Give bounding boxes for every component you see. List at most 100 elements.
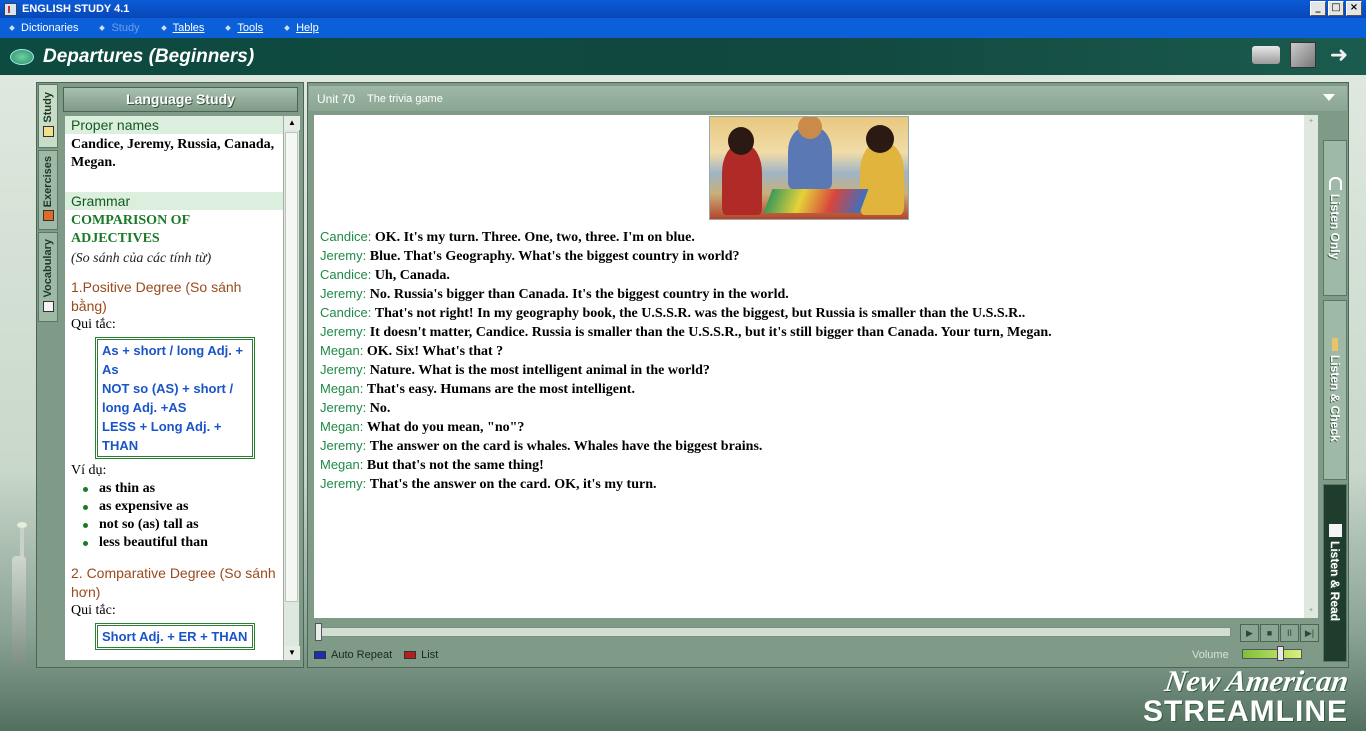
stop-button[interactable]: ■ (1260, 624, 1279, 642)
brand-line-2: STREAMLINE (1143, 695, 1348, 728)
menu-bullet-icon (284, 25, 290, 31)
unit-number: Unit 70 (317, 91, 356, 106)
dialogue-line: Jeremy: The answer on the card is whales… (320, 437, 1280, 456)
dialogue-line: Megan: That's easy. Humans are the most … (320, 380, 1280, 399)
dialogue-line: Jeremy: No. Russia's bigger than Canada.… (320, 285, 1280, 304)
unit-dropdown-icon[interactable] (1323, 94, 1335, 101)
tab-study[interactable]: Study (38, 84, 58, 148)
audio-position-track[interactable] (316, 627, 1231, 637)
exercises-icon (42, 210, 54, 222)
menu-bar: Dictionaries Study Tables Tools Help (0, 18, 1366, 38)
cd-icon[interactable] (1290, 42, 1316, 68)
statue-of-liberty-image (4, 522, 34, 676)
play-button[interactable]: ▶ (1240, 624, 1259, 642)
window-title: ENGLISH STUDY 4.1 (22, 3, 130, 15)
dialogue-content[interactable]: Candice: OK. It's my turn. Three. One, t… (314, 115, 1304, 618)
dialogue-scrollbar[interactable]: + + (1304, 115, 1318, 618)
menu-bullet-icon (9, 25, 15, 31)
utterance-text: OK. It's my turn. Three. One, two, three… (374, 230, 695, 245)
comparative-degree-heading: 2. Comparative Degree (So sánh hơn) (71, 565, 276, 600)
speaker-name: Jeremy: (320, 438, 367, 453)
tab-exercises[interactable]: Exercises (38, 150, 58, 230)
scroll-thumb[interactable] (285, 132, 298, 602)
grammar-topic: COMPARISON OF ADJECTIVES (71, 213, 190, 246)
dialogue-line: Megan: OK. Six! What's that ? (320, 342, 1280, 361)
left-tab-strip: Study Exercises Vocabulary (38, 84, 58, 324)
language-study-title: Language Study (63, 87, 298, 112)
course-logo-icon (10, 48, 34, 65)
auto-repeat-toggle[interactable]: Auto Repeat (314, 649, 392, 661)
utterance-text: That's not right! In my geography book, … (374, 306, 1026, 321)
speaker-name: Jeremy: (320, 362, 367, 377)
close-button[interactable]: × (1346, 1, 1362, 16)
comparative-rule-box: Short Adj. + ER + THAN (95, 623, 255, 650)
course-header: Departures (Beginners) ➜ (0, 38, 1366, 75)
scroll-up-arrow-icon[interactable]: + (1305, 116, 1317, 128)
restore-button[interactable]: □ (1328, 1, 1344, 16)
menu-tables[interactable]: Tables (160, 22, 204, 34)
scroll-up-arrow-icon[interactable]: ▲ (284, 116, 300, 130)
app-icon[interactable] (4, 2, 17, 16)
positive-rule-label: Qui tắc: (71, 317, 116, 332)
positive-degree-heading: 1.Positive Degree (So sánh bằng) (71, 279, 242, 314)
trivia-game-illustration (709, 116, 909, 220)
example-item: not so (as) tall as (83, 516, 283, 534)
volume-slider[interactable] (1242, 649, 1302, 659)
step-button[interactable]: ▶| (1300, 624, 1319, 642)
utterance-text: Blue. That's Geography. What's the bigge… (369, 249, 740, 264)
pencil-icon (1332, 338, 1338, 352)
proper-names-heading: Proper names (65, 116, 283, 134)
rule-line: LESS + Long Adj. + THAN (102, 419, 222, 453)
language-study-panel[interactable]: Proper names Candice, Jeremy, Russia, Ca… (65, 116, 283, 660)
dialogue-line: Jeremy: Nature. What is the most intelli… (320, 361, 1280, 380)
speaker-name: Candice: (320, 267, 372, 282)
player-options: Auto Repeat List Volume (314, 646, 1319, 663)
rule-line: Short Adj. + ER + THAN (102, 629, 248, 644)
next-arrow-icon[interactable]: ➜ (1326, 42, 1352, 68)
dialogue-line: Jeremy: That's the answer on the card. O… (320, 475, 1280, 494)
utterance-text: OK. Six! What's that ? (366, 344, 504, 359)
scroll-down-arrow-icon[interactable]: + (1305, 605, 1317, 617)
example-list: as thin as as expensive as not so (as) t… (65, 480, 283, 552)
menu-dictionaries[interactable]: Dictionaries (9, 22, 78, 34)
menu-help[interactable]: Help (284, 22, 319, 34)
speaker-name: Jeremy: (320, 400, 367, 415)
utterance-text: But that's not the same thing! (366, 458, 544, 473)
volume-thumb[interactable] (1277, 646, 1284, 661)
unit-bar[interactable]: Unit 70 The trivia game (309, 86, 1347, 111)
dialogue-line: Megan: But that's not the same thing! (320, 456, 1280, 475)
example-item: as thin as (83, 480, 283, 498)
utterance-text: Nature. What is the most intelligent ani… (369, 363, 710, 378)
speaker-name: Candice: (320, 305, 372, 320)
tab-vocabulary[interactable]: Vocabulary (38, 232, 58, 322)
tab-listen-only[interactable]: Listen Only (1323, 140, 1347, 296)
printer-icon[interactable] (1252, 46, 1280, 64)
dialogue-line: Jeremy: It doesn't matter, Candice. Russ… (320, 323, 1280, 342)
scroll-down-arrow-icon[interactable]: ▼ (284, 646, 300, 660)
dialogue-line: Candice: OK. It's my turn. Three. One, t… (320, 228, 1280, 247)
grammar-heading: Grammar (65, 192, 283, 210)
audio-position-thumb[interactable] (315, 623, 322, 641)
menu-tools[interactable]: Tools (225, 22, 263, 34)
language-study-scrollbar[interactable]: ▲ ▼ (283, 116, 300, 660)
utterance-text: It doesn't matter, Candice. Russia is sm… (369, 325, 1052, 340)
dialogue-line: Candice: That's not right! In my geograp… (320, 304, 1280, 323)
utterance-text: Uh, Canada. (374, 268, 450, 283)
pause-button[interactable]: II (1280, 624, 1299, 642)
tab-listen-read[interactable]: Listen & Read (1323, 484, 1347, 662)
dialogue-lines: Candice: OK. It's my turn. Three. One, t… (320, 228, 1280, 494)
rule-line: NOT so (AS) + short / long Adj. +AS (102, 381, 234, 415)
player-controls: ▶ ■ II ▶| (1240, 624, 1319, 642)
tab-listen-check[interactable]: Listen & Check (1323, 300, 1347, 480)
volume-label: Volume (1192, 649, 1229, 661)
utterance-text: That's the answer on the card. OK, it's … (369, 477, 657, 492)
vocabulary-icon (42, 300, 54, 312)
list-toggle[interactable]: List (404, 649, 438, 661)
speaker-name: Megan: (320, 343, 364, 358)
brand-line-1: New American (1162, 665, 1351, 698)
unit-title: The trivia game (367, 92, 443, 105)
menu-bullet-icon (99, 25, 106, 31)
speaker-name: Candice: (320, 229, 372, 244)
utterance-text: No. Russia's bigger than Canada. It's th… (369, 287, 789, 302)
minimize-button[interactable]: _ (1310, 1, 1326, 16)
